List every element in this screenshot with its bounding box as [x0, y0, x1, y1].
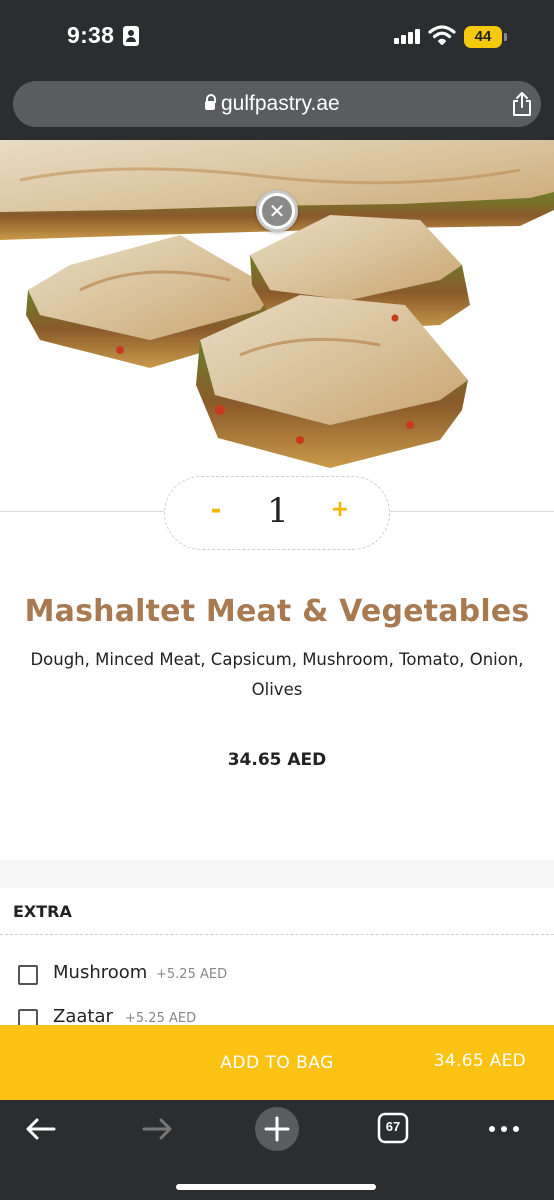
tabs-icon[interactable]: 67	[375, 1110, 411, 1146]
back-arrow-icon[interactable]	[18, 1110, 62, 1148]
product-description: Dough, Minced Meat, Capsicum, Mushroom, …	[30, 650, 524, 699]
status-bar: 9:38 44	[0, 0, 554, 78]
url-text: gulfpastry.ae	[221, 92, 340, 115]
tabs-count: 67	[385, 1119, 401, 1134]
quantity-value: 1	[267, 491, 289, 531]
option-label: Mushroom	[53, 962, 148, 983]
option-label: Zaatar	[53, 1006, 113, 1027]
decrease-quantity-button[interactable]: -	[201, 495, 231, 531]
checkbox[interactable]	[18, 965, 38, 985]
section-separator	[0, 860, 554, 888]
address-bar[interactable]: gulfpastry.ae	[13, 81, 541, 127]
person-id-icon	[123, 26, 139, 46]
extras-heading: EXTRA	[13, 902, 72, 921]
more-icon[interactable]	[482, 1110, 526, 1148]
product-page: ✕ - 1 + Mashaltet Meat & Vegetables Doug…	[0, 140, 554, 1100]
battery-icon: 44	[464, 26, 507, 48]
battery-level: 44	[474, 28, 492, 45]
browser-address-area: gulfpastry.ae	[0, 78, 554, 140]
product-price: 34.65 AED	[227, 750, 327, 770]
wifi-icon	[428, 25, 456, 45]
lock-icon	[205, 94, 216, 110]
product-title: Mashaltet Meat & Vegetables	[24, 594, 530, 629]
option-price: +5.25 AED	[125, 1011, 197, 1026]
add-to-bag-button[interactable]: ADD TO BAG 34.65 AED	[0, 1025, 554, 1100]
close-icon: ✕	[268, 199, 286, 223]
home-indicator	[176, 1184, 376, 1190]
new-tab-plus-icon[interactable]	[254, 1106, 300, 1152]
browser-toolbar: 67	[0, 1100, 554, 1200]
increase-quantity-button[interactable]: +	[325, 497, 355, 527]
quantity-stepper: - 1 +	[164, 476, 390, 550]
signal-icon	[394, 28, 424, 44]
share-icon[interactable]	[510, 91, 534, 117]
bag-total: 34.65 AED	[433, 1051, 526, 1071]
extras-divider	[0, 934, 554, 935]
forward-arrow-icon[interactable]	[136, 1110, 180, 1148]
status-time: 9:38	[67, 22, 115, 48]
close-button[interactable]: ✕	[256, 190, 298, 232]
option-price: +5.25 AED	[156, 967, 228, 982]
